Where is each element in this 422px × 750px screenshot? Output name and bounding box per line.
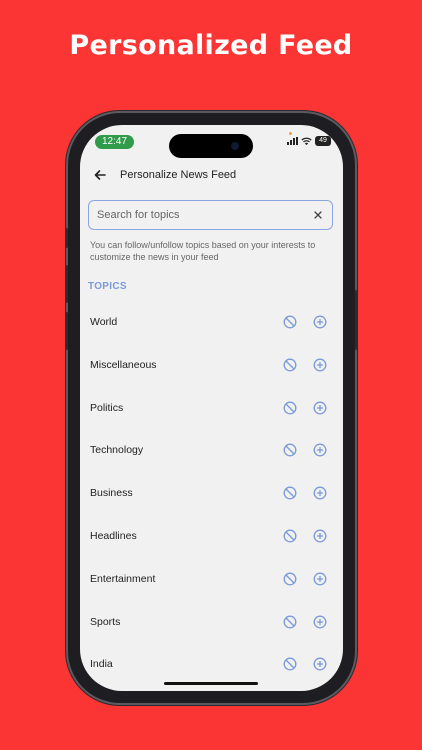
plus-circle-icon[interactable]	[313, 358, 327, 372]
topic-label: Entertainment	[90, 572, 156, 585]
topic-label: World	[90, 316, 118, 328]
search-box[interactable]	[88, 200, 333, 230]
wifi-icon	[301, 137, 312, 145]
status-time: 12:47	[95, 135, 134, 149]
topic-label: India	[90, 658, 113, 671]
dynamic-island	[169, 134, 253, 158]
block-icon[interactable]	[283, 315, 297, 329]
silent-switch	[65, 228, 68, 248]
search-input[interactable]	[97, 207, 297, 223]
plus-circle-icon[interactable]	[313, 529, 327, 543]
topic-row: Entertainment	[80, 558, 343, 601]
privacy-indicator	[289, 132, 292, 135]
topic-label: Business	[90, 487, 133, 500]
plus-circle-icon[interactable]	[313, 443, 327, 457]
topic-row: Sports	[80, 601, 343, 644]
topic-row: Politics	[80, 387, 343, 430]
block-icon[interactable]	[283, 572, 297, 586]
topic-label: Sports	[90, 615, 121, 628]
block-icon[interactable]	[283, 401, 297, 415]
topic-label: Technology	[90, 444, 144, 457]
topic-label: Miscellaneous	[90, 358, 157, 371]
block-icon[interactable]	[283, 529, 297, 543]
status-icons: 49	[287, 136, 331, 146]
topic-row: India	[80, 643, 343, 686]
topic-row: World	[80, 301, 343, 344]
power-button	[355, 290, 358, 350]
page-title: Personalize News Feed	[120, 169, 237, 181]
topic-row: Technology	[80, 429, 343, 472]
battery-icon: 49	[315, 136, 331, 146]
volume-up-button	[65, 265, 68, 303]
hint-text: You can follow/unfollow topics based on …	[90, 240, 316, 262]
block-icon[interactable]	[283, 358, 297, 372]
signal-icon	[287, 137, 298, 145]
section-title: TOPICS	[88, 281, 127, 292]
close-icon[interactable]	[313, 210, 323, 220]
plus-circle-icon[interactable]	[313, 486, 327, 500]
top-nav: Personalize News Feed	[80, 165, 343, 187]
arrow-left-icon[interactable]	[93, 168, 107, 182]
camera-icon	[231, 142, 239, 150]
topic-row: Business	[80, 472, 343, 515]
topic-row: Headlines	[80, 515, 343, 558]
plus-circle-icon[interactable]	[313, 657, 327, 671]
topic-label: Headlines	[90, 529, 137, 542]
topic-row: Miscellaneous	[80, 344, 343, 387]
plus-circle-icon[interactable]	[313, 615, 327, 629]
app-screen: 12:47 49 Personalize News Feed You can f…	[80, 125, 343, 691]
block-icon[interactable]	[283, 657, 297, 671]
block-icon[interactable]	[283, 443, 297, 457]
plus-circle-icon[interactable]	[313, 315, 327, 329]
block-icon[interactable]	[283, 615, 297, 629]
home-indicator	[164, 682, 258, 685]
plus-circle-icon[interactable]	[313, 401, 327, 415]
topic-label: Politics	[90, 401, 124, 414]
topic-list: World Miscellaneous Politics Technology Busi…	[80, 301, 343, 686]
banner-title: Personalized Feed	[69, 30, 353, 61]
block-icon[interactable]	[283, 486, 297, 500]
plus-circle-icon[interactable]	[313, 572, 327, 586]
volume-down-button	[65, 312, 68, 350]
